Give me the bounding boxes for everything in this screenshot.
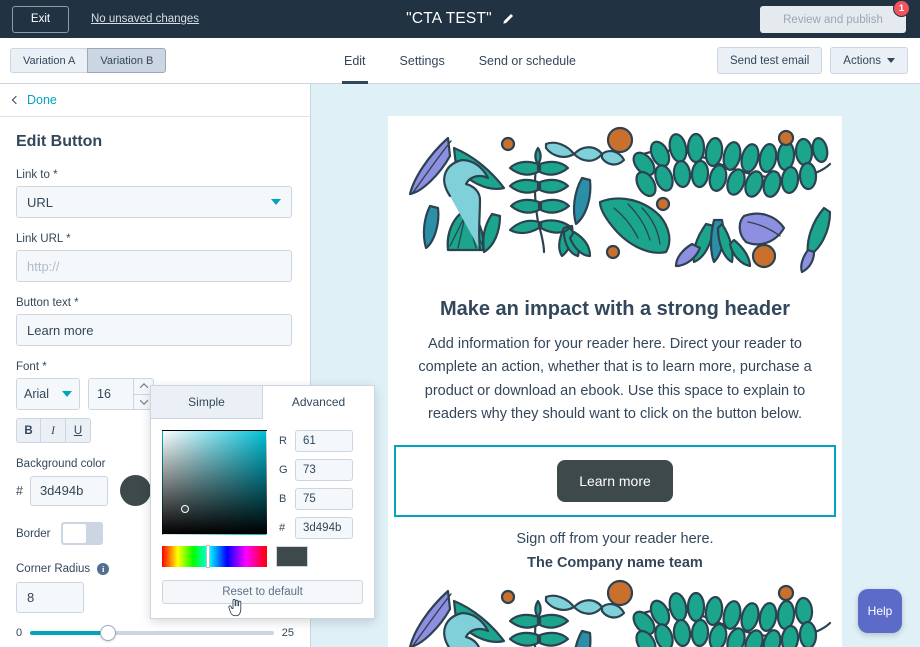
- color-picker-tabs: Simple Advanced: [151, 386, 374, 419]
- signoff-company: The Company name team: [527, 554, 703, 571]
- underline-button[interactable]: U: [66, 418, 91, 443]
- link-to-field: Link to * URL: [16, 169, 292, 218]
- email-signoff-block: Sign off from your reader here. The Comp…: [388, 517, 842, 579]
- green-channel-row: G: [279, 459, 353, 481]
- panel-done-bar: Done: [0, 84, 310, 117]
- email-text-block: Make an impact with a strong header Add …: [388, 284, 842, 437]
- info-icon[interactable]: i: [97, 563, 110, 575]
- chevron-left-icon: [11, 95, 21, 105]
- hex-label: #: [279, 522, 286, 534]
- tab-advanced[interactable]: Advanced: [263, 386, 374, 419]
- email-heading: Make an impact with a strong header: [439, 298, 791, 320]
- corner-radius-slider[interactable]: [30, 625, 274, 641]
- button-text-input[interactable]: [16, 314, 292, 346]
- nav-actions-group: Send test email Actions: [717, 47, 908, 74]
- cta-button-module[interactable]: Learn more: [394, 444, 836, 517]
- hex-input[interactable]: [295, 517, 353, 539]
- done-button[interactable]: Done: [11, 93, 57, 107]
- current-color-swatch: [276, 546, 308, 567]
- help-button[interactable]: Help: [858, 589, 902, 633]
- page-title: "CTA TEST": [406, 10, 492, 27]
- learn-more-cta-button[interactable]: Learn more: [557, 459, 673, 502]
- font-label: Font *: [16, 361, 47, 373]
- blue-channel-input[interactable]: [295, 488, 353, 510]
- green-channel-input[interactable]: [295, 459, 353, 481]
- chevron-down-icon: [139, 396, 148, 405]
- exit-button[interactable]: Exit: [12, 5, 69, 33]
- botanical-leaves-illustration: [408, 126, 832, 274]
- link-to-label: Link to *: [16, 169, 58, 181]
- button-text-label: Button text *: [16, 297, 79, 309]
- send-test-email-button[interactable]: Send test email: [717, 47, 823, 74]
- actions-label: Actions: [843, 54, 881, 67]
- italic-button[interactable]: I: [41, 418, 66, 443]
- red-channel-input[interactable]: [295, 430, 353, 452]
- reset-to-default-button[interactable]: Reset to default: [162, 580, 363, 604]
- hue-slider-thumb[interactable]: [206, 545, 210, 568]
- tab-send-or-schedule[interactable]: Send or schedule: [477, 38, 578, 84]
- color-picker-body: R G B #: [151, 419, 374, 539]
- slider-thumb[interactable]: [100, 625, 117, 641]
- color-picker-popup: Simple Advanced R G B #: [150, 385, 375, 619]
- link-url-label: Link URL *: [16, 233, 71, 245]
- saturation-value-marker[interactable]: [181, 505, 189, 513]
- top-app-bar: Exit No unsaved changes "CTA TEST" Revie…: [0, 0, 920, 38]
- hash-symbol: #: [16, 483, 23, 498]
- chevron-down-icon: [887, 58, 895, 63]
- review-and-publish-button[interactable]: Review and publish: [760, 6, 906, 33]
- tab-simple[interactable]: Simple: [151, 386, 263, 419]
- red-channel-label: R: [279, 435, 287, 447]
- background-color-swatch[interactable]: [119, 475, 151, 506]
- actions-button[interactable]: Actions: [830, 47, 908, 74]
- bold-button[interactable]: B: [16, 418, 41, 443]
- link-to-value: URL: [27, 194, 54, 210]
- email-preview-area: Make an impact with a strong header Add …: [311, 84, 920, 647]
- tab-edit[interactable]: Edit: [341, 38, 368, 84]
- botanical-leaves-illustration: [408, 579, 832, 647]
- hex-channel-row: #: [279, 517, 353, 539]
- hue-slider[interactable]: [162, 545, 267, 568]
- rgb-hex-fields: R G B #: [279, 430, 353, 539]
- border-label: Border: [16, 527, 51, 540]
- chevron-down-icon: [271, 199, 281, 205]
- link-to-dropdown[interactable]: URL: [16, 186, 292, 218]
- pencil-icon[interactable]: [501, 13, 514, 26]
- background-color-hex-input[interactable]: [29, 475, 108, 506]
- editor-nav-bar: Variation A Variation B Edit Settings Se…: [0, 38, 920, 84]
- hue-and-swatch-row: [151, 539, 374, 568]
- tab-settings[interactable]: Settings: [398, 38, 447, 84]
- blue-channel-row: B: [279, 488, 353, 510]
- chevron-up-icon: [139, 383, 148, 392]
- button-text-field: Button text *: [16, 297, 292, 346]
- slider-fill: [30, 631, 109, 635]
- unsaved-changes-link[interactable]: No unsaved changes: [91, 13, 199, 25]
- red-channel-row: R: [279, 430, 353, 452]
- font-size-input[interactable]: [89, 379, 133, 409]
- link-url-field: Link URL *: [16, 233, 292, 282]
- link-url-input[interactable]: [16, 250, 292, 282]
- email-body-text: Add information for your reader here. Di…: [418, 336, 812, 423]
- chevron-down-icon: [62, 391, 72, 397]
- slider-min-label: 0: [16, 627, 23, 639]
- corner-radius-slider-row: 0 25: [16, 625, 294, 641]
- saturation-value-area[interactable]: [162, 430, 267, 535]
- corner-radius-label: Corner Radius: [16, 563, 91, 575]
- notification-badge[interactable]: 1: [893, 0, 910, 17]
- corner-radius-input[interactable]: [16, 582, 84, 613]
- email-canvas: Make an impact with a strong header Add …: [388, 116, 842, 647]
- done-label: Done: [27, 93, 57, 107]
- signoff-line: Sign off from your reader here.: [516, 530, 714, 547]
- border-toggle[interactable]: [60, 522, 103, 545]
- green-channel-label: G: [279, 464, 288, 476]
- blue-channel-label: B: [279, 493, 287, 505]
- font-size-stepper: [88, 378, 154, 410]
- font-family-value: Arial: [24, 387, 50, 401]
- border-toggle-knob: [61, 523, 87, 544]
- font-family-dropdown[interactable]: Arial: [16, 378, 80, 410]
- panel-title: Edit Button: [16, 133, 103, 150]
- slider-max-label: 25: [281, 627, 294, 639]
